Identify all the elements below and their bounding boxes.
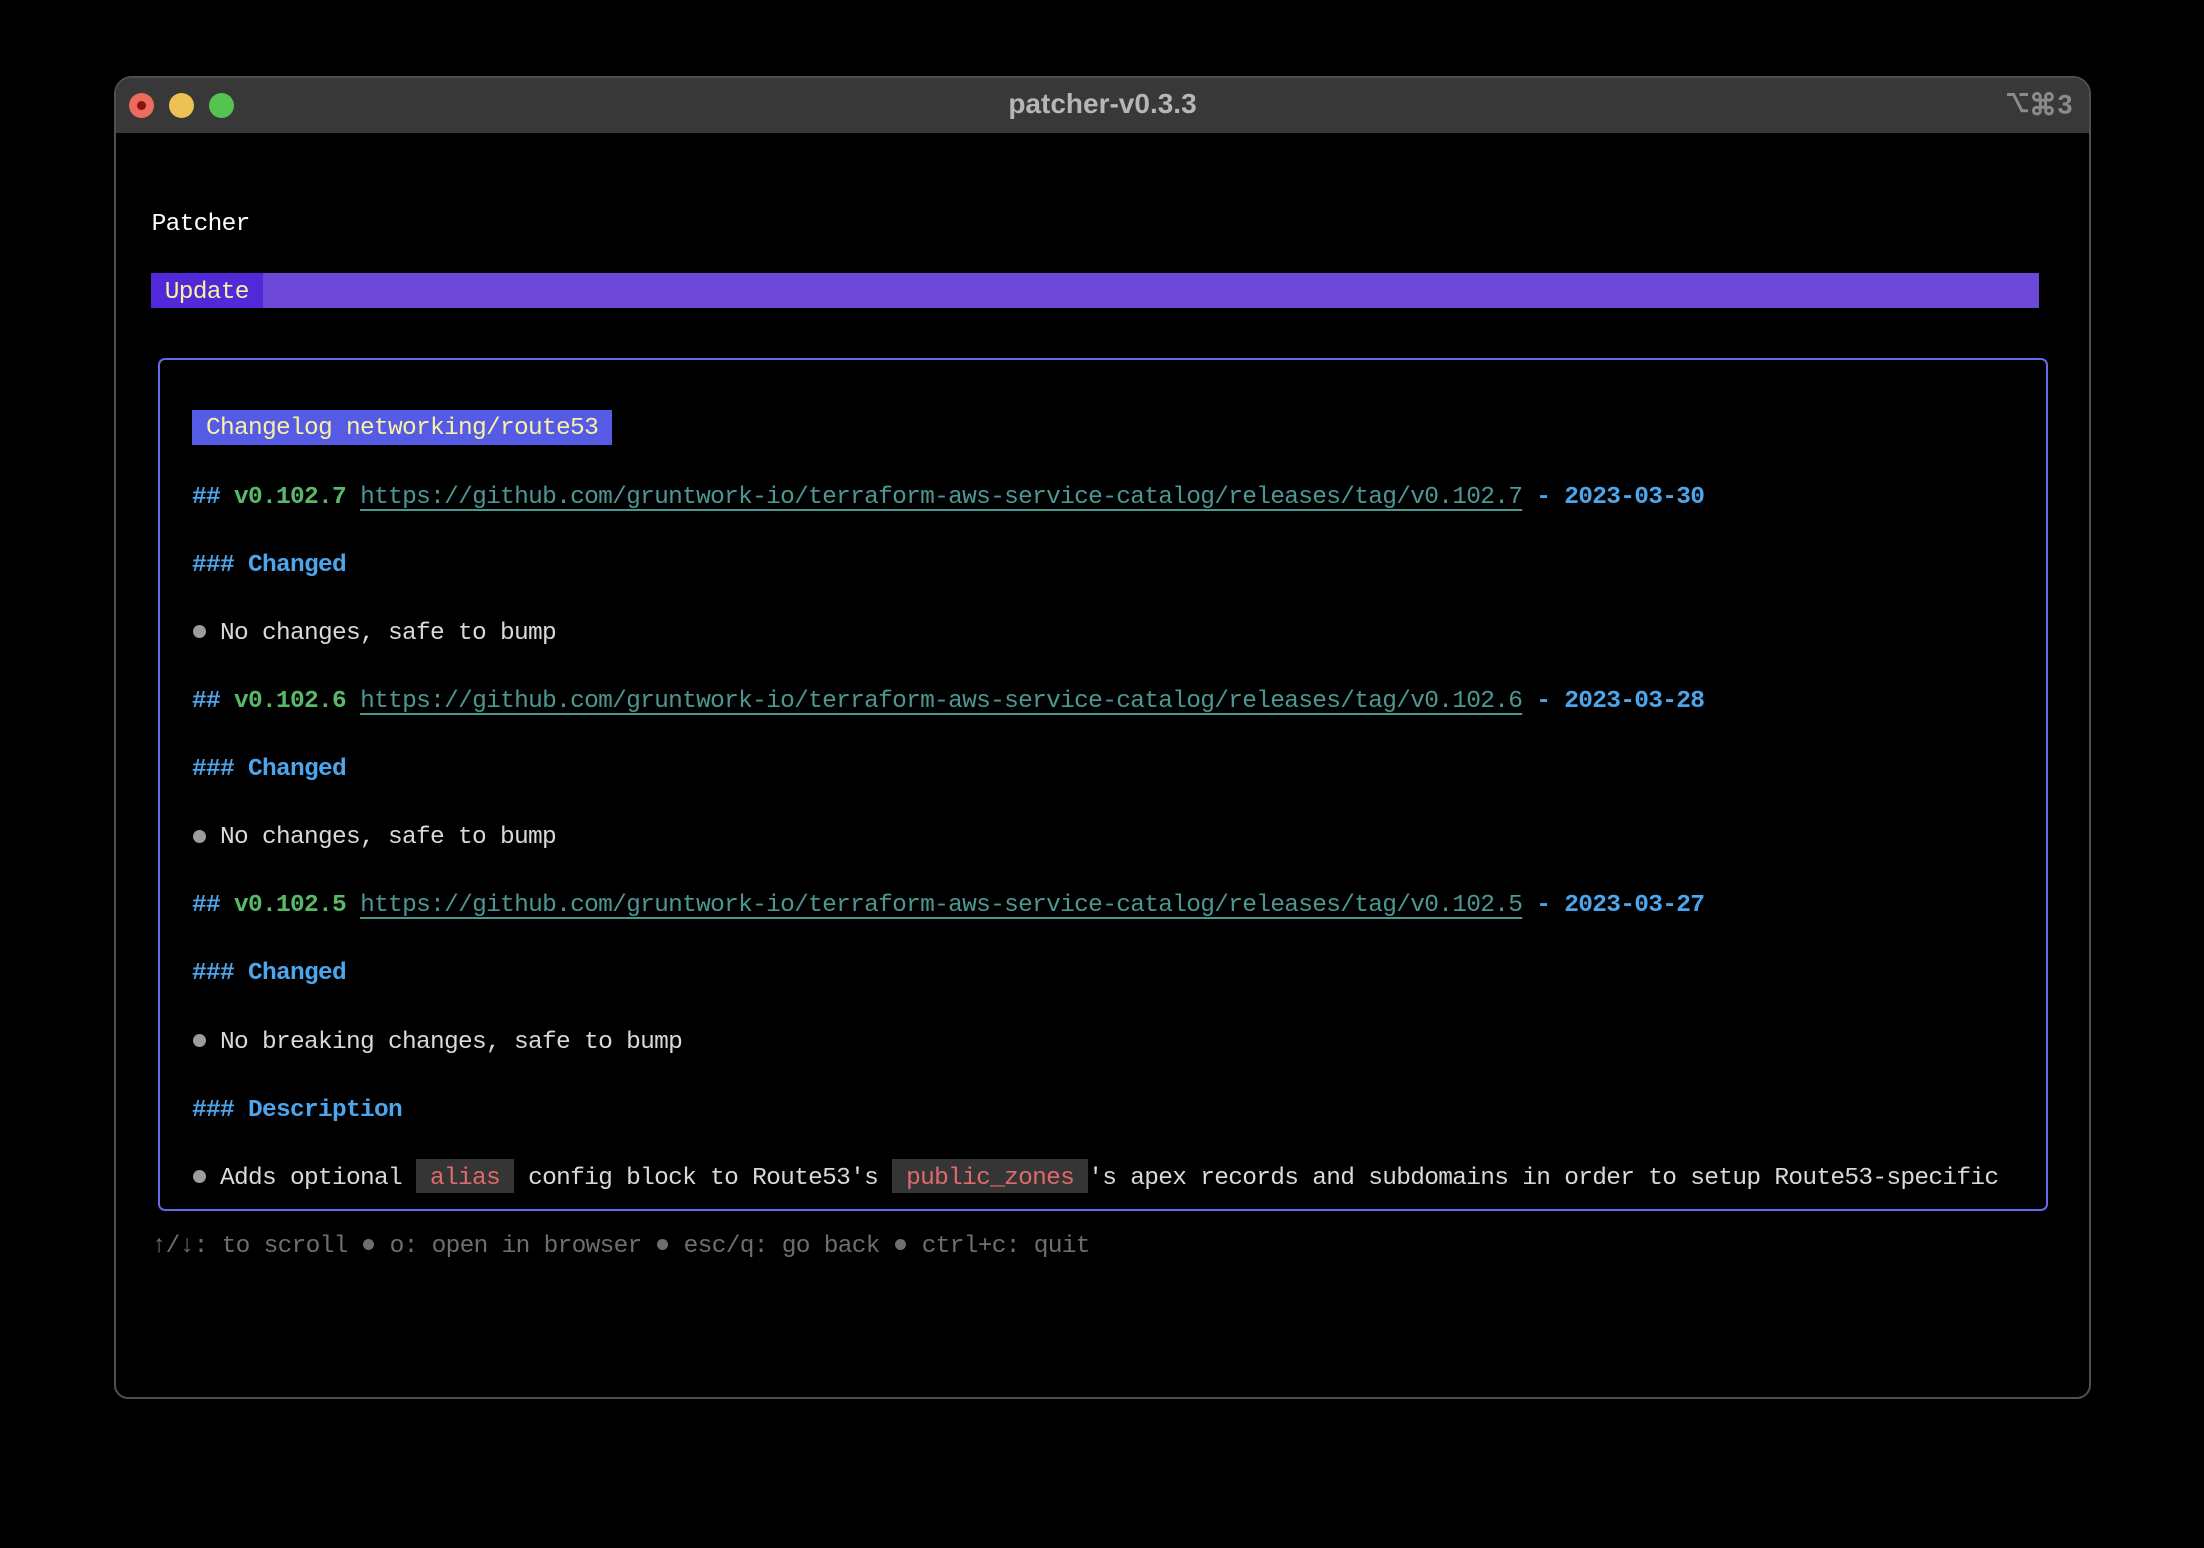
svg-text:3: 3 [2058, 90, 2073, 119]
